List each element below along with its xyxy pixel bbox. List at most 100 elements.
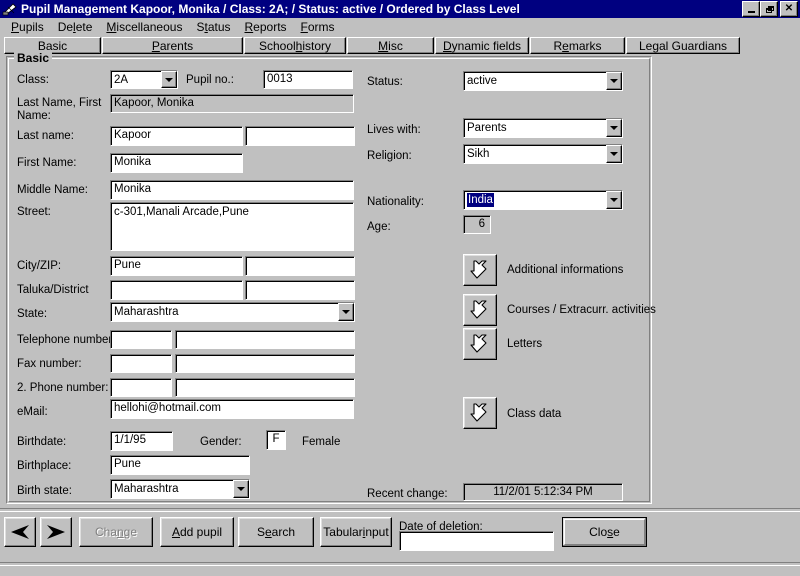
class-combo-value: 2A bbox=[114, 73, 129, 86]
additional-informations-button[interactable] bbox=[463, 254, 497, 286]
label-recent-change: Recent change: bbox=[367, 488, 448, 500]
window-controls: ✕ bbox=[742, 1, 798, 17]
label-gender: Gender: bbox=[200, 436, 242, 448]
middle-name-input[interactable]: Monika bbox=[110, 180, 354, 200]
tab-legal-guardians[interactable]: Le g al Guardians bbox=[626, 37, 740, 54]
arrow-down-right-icon bbox=[470, 260, 487, 279]
chevron-down-icon[interactable] bbox=[606, 119, 622, 137]
last-name-input[interactable]: Kapoor bbox=[110, 126, 243, 146]
arrow-down-right-icon bbox=[470, 403, 487, 422]
application-window: Pupil Management Kapoor, Monika / Class:… bbox=[0, 0, 800, 576]
first-name-input[interactable]: Monika bbox=[110, 153, 243, 173]
label-fax: Fax number: bbox=[17, 358, 82, 370]
class-combo[interactable]: 2A bbox=[110, 70, 178, 89]
fax-input[interactable] bbox=[175, 354, 355, 373]
city-input[interactable]: Pune bbox=[110, 256, 243, 276]
label-pupil-no: Pupil no.: bbox=[186, 74, 234, 86]
add-pupil-button[interactable]: Add pupil bbox=[160, 517, 234, 547]
tab-misc[interactable]: Misc bbox=[347, 37, 434, 54]
next-record-button[interactable] bbox=[40, 517, 72, 547]
close-window-button[interactable]: ✕ bbox=[780, 1, 798, 17]
last-name-extra-input[interactable] bbox=[245, 126, 355, 146]
birthplace-input[interactable]: Pune bbox=[110, 455, 250, 475]
search-button[interactable]: Se arch bbox=[238, 517, 314, 547]
phone2-input[interactable] bbox=[175, 378, 355, 397]
arrow-down-right-icon bbox=[470, 334, 487, 353]
chevron-down-icon[interactable] bbox=[161, 71, 177, 88]
chevron-down-icon[interactable] bbox=[606, 72, 622, 90]
label-age: Age: bbox=[367, 221, 391, 233]
state-combo[interactable]: Maharashtra bbox=[110, 302, 355, 322]
lives-with-combo[interactable]: Parents bbox=[463, 118, 623, 138]
label-class: Class: bbox=[17, 74, 49, 86]
label-email: eMail: bbox=[17, 406, 48, 418]
label-last-name: Last name: bbox=[17, 130, 74, 142]
window-title: Pupil Management Kapoor, Monika / Class:… bbox=[21, 2, 520, 16]
label-status: Status: bbox=[367, 76, 403, 88]
restore-button[interactable] bbox=[760, 1, 778, 17]
gender-description: Female bbox=[302, 436, 341, 448]
nationality-combo-value: India bbox=[467, 193, 494, 207]
label-telephone: Telephone number: bbox=[17, 334, 116, 346]
status-divider bbox=[0, 562, 800, 566]
letters-label: Letters bbox=[507, 338, 543, 350]
zip-input[interactable] bbox=[245, 256, 355, 276]
district-input[interactable] bbox=[245, 280, 355, 300]
status-combo[interactable]: active bbox=[463, 71, 623, 91]
email-input[interactable]: hellohi@hotmail.com bbox=[110, 399, 354, 419]
label-birth-state: Birth state: bbox=[17, 485, 72, 497]
tab-parents[interactable]: Parents bbox=[102, 37, 243, 54]
menu-reports[interactable]: Reports bbox=[238, 19, 294, 35]
close-button[interactable]: Close bbox=[562, 517, 647, 547]
telephone-prefix-input[interactable] bbox=[110, 330, 172, 349]
full-name-display: Kapoor, Monika bbox=[110, 94, 354, 113]
courses-extracurricular-button[interactable] bbox=[463, 294, 497, 326]
tab-dynamic-fields[interactable]: Dynamic fields bbox=[435, 37, 529, 54]
lives-with-combo-value: Parents bbox=[467, 122, 507, 134]
chevron-down-icon[interactable] bbox=[606, 145, 622, 163]
label-religion: Religion: bbox=[367, 150, 412, 162]
chevron-down-icon[interactable] bbox=[606, 191, 622, 209]
nationality-combo[interactable]: India bbox=[463, 190, 623, 210]
label-birthplace: Birthplace: bbox=[17, 460, 72, 472]
taluka-input[interactable] bbox=[110, 280, 243, 300]
age-display: 6 bbox=[463, 215, 491, 234]
tab-remarks[interactable]: Re marks bbox=[530, 37, 625, 54]
phone2-prefix-input[interactable] bbox=[110, 378, 172, 397]
street-input[interactable]: c-301,Manali Arcade,Pune bbox=[110, 202, 354, 251]
minimize-button[interactable] bbox=[742, 1, 760, 17]
menu-bar: Pupils Delete Miscellaneous Status Repor… bbox=[0, 18, 800, 36]
fax-prefix-input[interactable] bbox=[110, 354, 172, 373]
menu-forms[interactable]: Forms bbox=[294, 19, 342, 35]
label-phone2: 2. Phone number: bbox=[17, 382, 109, 394]
tabular-input-button[interactable]: Tabular i nput bbox=[320, 517, 392, 547]
label-middle-name: Middle Name: bbox=[17, 184, 88, 196]
label-lives-with: Lives with: bbox=[367, 124, 421, 136]
arrow-left-icon bbox=[11, 525, 29, 539]
birth-state-combo[interactable]: Maharashtra bbox=[110, 479, 250, 499]
chevron-down-icon[interactable] bbox=[233, 480, 249, 498]
previous-record-button[interactable] bbox=[4, 517, 36, 547]
religion-combo[interactable]: Sikh bbox=[463, 144, 623, 164]
telephone-input[interactable] bbox=[175, 330, 355, 349]
gender-input[interactable]: F bbox=[266, 430, 286, 450]
date-of-deletion-input[interactable] bbox=[399, 531, 554, 551]
menu-status[interactable]: Status bbox=[189, 19, 237, 35]
label-taluka: Taluka/District bbox=[17, 284, 89, 296]
bottom-divider bbox=[0, 508, 800, 512]
class-data-button[interactable] bbox=[463, 397, 497, 429]
label-first-name: First Name: bbox=[17, 157, 77, 169]
tab-bar: Basic Parents School h istory Misc Dynami… bbox=[4, 37, 741, 54]
change-button[interactable]: Cha n ge bbox=[79, 517, 153, 547]
tab-school-history[interactable]: School h istory bbox=[244, 37, 346, 54]
pupil-no-input[interactable]: 0013 bbox=[263, 70, 353, 89]
additional-informations-label: Additional informations bbox=[507, 264, 624, 276]
birthdate-input[interactable]: 1/1/95 bbox=[110, 431, 173, 451]
menu-delete[interactable]: Delete bbox=[51, 19, 100, 35]
birth-state-combo-value: Maharashtra bbox=[114, 483, 179, 495]
letters-button[interactable] bbox=[463, 328, 497, 360]
chevron-down-icon[interactable] bbox=[338, 303, 354, 321]
label-street: Street: bbox=[17, 206, 51, 218]
menu-miscellaneous[interactable]: Miscellaneous bbox=[99, 19, 189, 35]
menu-pupils[interactable]: Pupils bbox=[4, 19, 51, 35]
